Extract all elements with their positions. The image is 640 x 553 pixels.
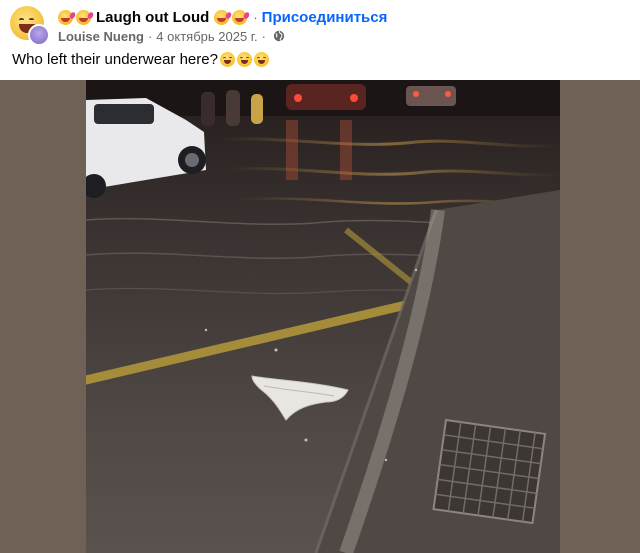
zany-face-emoji-icon [58,9,73,25]
grinning-face-emoji-icon [253,52,269,67]
post-caption: Who left their underwear here? [12,51,269,68]
group-name-link[interactable]: Laugh out Loud [96,9,209,26]
post-meta-row: Louise Nueng · 4 октябрь 2025 г. · [58,28,285,44]
post-title-row: Laugh out Loud · Присоединиться [58,7,387,27]
group-avatar[interactable] [10,6,50,46]
grinning-face-emoji-icon [219,52,235,67]
zany-face-emoji-icon [232,9,248,25]
post-media-frame [0,80,640,553]
grinning-face-emoji-icon [236,52,252,67]
zany-face-emoji-icon [214,9,230,25]
caption-text: Who left their underwear here? [12,51,218,68]
post-date-link[interactable]: 4 октябрь 2025 г. [156,29,257,44]
post-header: Laugh out Loud · Присоединиться Louise N… [0,0,640,80]
separator-dot: · [253,9,258,25]
author-name-link[interactable]: Louise Nueng [58,29,144,44]
post-photo[interactable] [86,80,560,553]
globe-icon[interactable] [273,30,285,42]
author-avatar-icon[interactable] [28,24,50,46]
join-group-link[interactable]: Присоединиться [262,9,388,26]
zany-face-emoji-icon [76,9,91,25]
separator-dot: · [261,28,266,44]
separator-dot: · [147,28,153,44]
